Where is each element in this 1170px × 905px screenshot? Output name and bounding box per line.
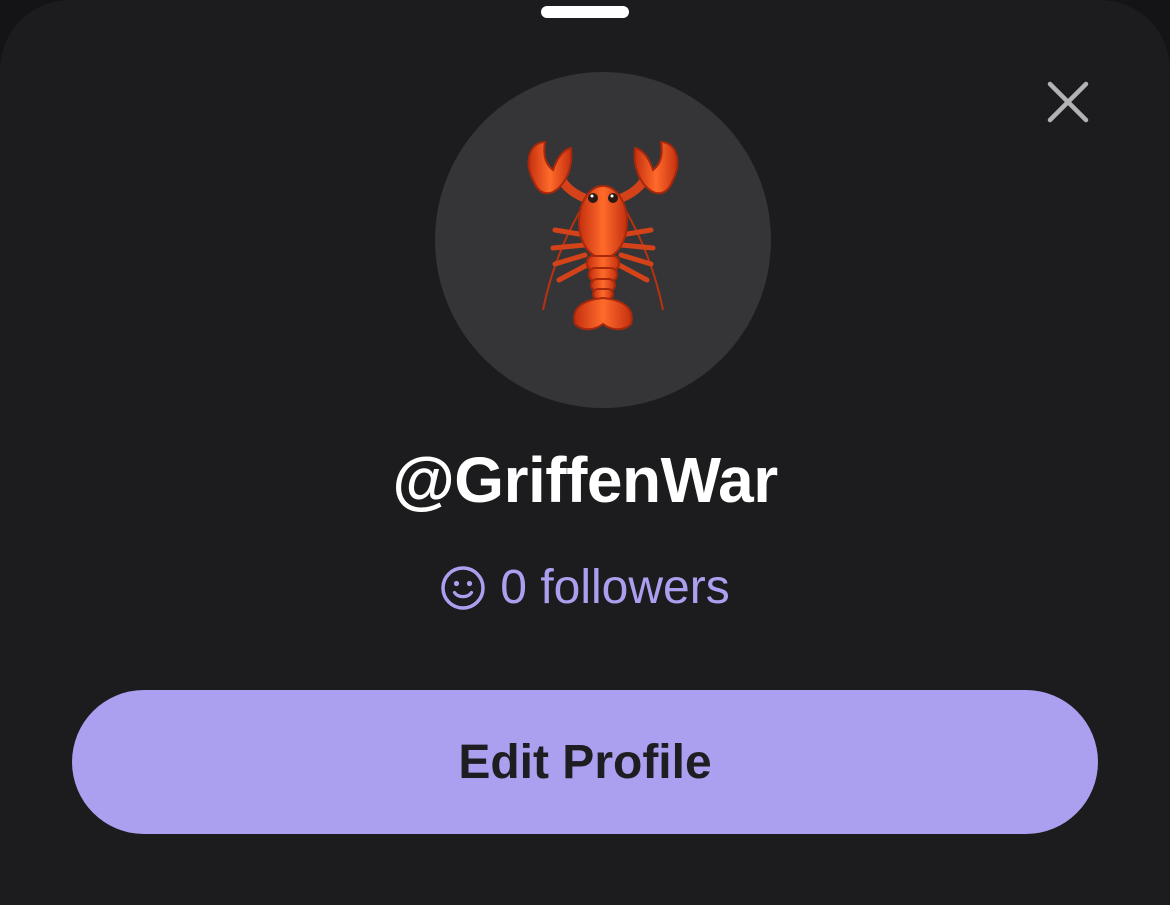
profile-sheet: @GriffenWar 0 followers Edit Profile: [0, 0, 1170, 905]
followers-link[interactable]: 0 followers: [0, 558, 1170, 618]
profile-screen: @GriffenWar 0 followers Edit Profile: [0, 0, 1170, 905]
followers-count: 0 followers: [500, 561, 730, 614]
edit-profile-label: Edit Profile: [458, 735, 712, 789]
lobster-icon: [527, 140, 679, 331]
close-icon: [1047, 81, 1089, 123]
avatar[interactable]: [435, 72, 771, 408]
sheet-grabber[interactable]: [541, 6, 629, 18]
smiley-icon: [441, 566, 486, 610]
edit-profile-button[interactable]: Edit Profile: [72, 690, 1098, 834]
close-button[interactable]: [1038, 72, 1098, 132]
username: @GriffenWar: [392, 444, 778, 516]
